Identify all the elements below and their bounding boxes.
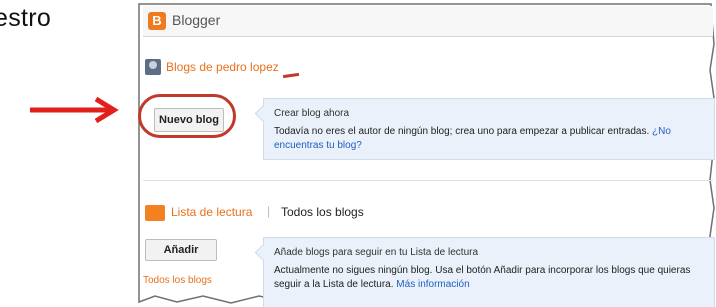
- create-blog-title: Crear blog ahora: [274, 108, 350, 119]
- reading-list-callout: Añade blogs para seguir en tu Lista de l…: [263, 237, 715, 307]
- blogger-screenshot: B Blogger Blogs de pedro lopez Nuevo blo…: [135, 0, 716, 307]
- tab-all-blogs[interactable]: Todos los blogs: [281, 205, 364, 219]
- create-blog-callout: Crear blog ahora Todavía no eres el auto…: [263, 98, 715, 160]
- rss-icon: [145, 205, 165, 221]
- user-avatar-icon: [145, 59, 161, 75]
- create-blog-message: Todavía no eres el autor de ningún blog;…: [274, 126, 650, 137]
- reading-list-title: Añade blogs para seguir en tu Lista de l…: [274, 247, 479, 258]
- reading-list-message: Actualmente no sigues ningún blog. Usa e…: [274, 265, 691, 290]
- annotation-underline: [282, 72, 300, 79]
- app-header: B Blogger: [143, 6, 713, 37]
- add-blog-button[interactable]: Añadir: [145, 239, 217, 261]
- reading-list-text: Actualmente no sigues ningún blog. Usa e…: [274, 264, 702, 292]
- blogs-section-header: Blogs de pedro lopez: [143, 52, 713, 82]
- app-title: Blogger: [172, 12, 221, 28]
- reading-list-header: Lista de lectura | Todos los blogs: [143, 200, 713, 226]
- blogger-dashboard: B Blogger Blogs de pedro lopez Nuevo blo…: [135, 0, 716, 307]
- create-blog-text: Todavía no eres el autor de ningún blog;…: [274, 125, 702, 153]
- slide-text: estro: [0, 4, 52, 32]
- blogs-section-title[interactable]: Blogs de pedro lopez: [166, 60, 279, 74]
- new-blog-button[interactable]: Nuevo blog: [154, 108, 224, 132]
- more-info-link[interactable]: Más información: [396, 279, 469, 290]
- tab-separator: |: [267, 204, 271, 218]
- tab-reading-list[interactable]: Lista de lectura: [171, 205, 252, 219]
- section-divider: [143, 180, 713, 181]
- all-blogs-link[interactable]: Todos los blogs: [143, 275, 212, 286]
- annotation-arrow-icon: [30, 96, 119, 124]
- blogger-logo-icon: B: [148, 12, 166, 30]
